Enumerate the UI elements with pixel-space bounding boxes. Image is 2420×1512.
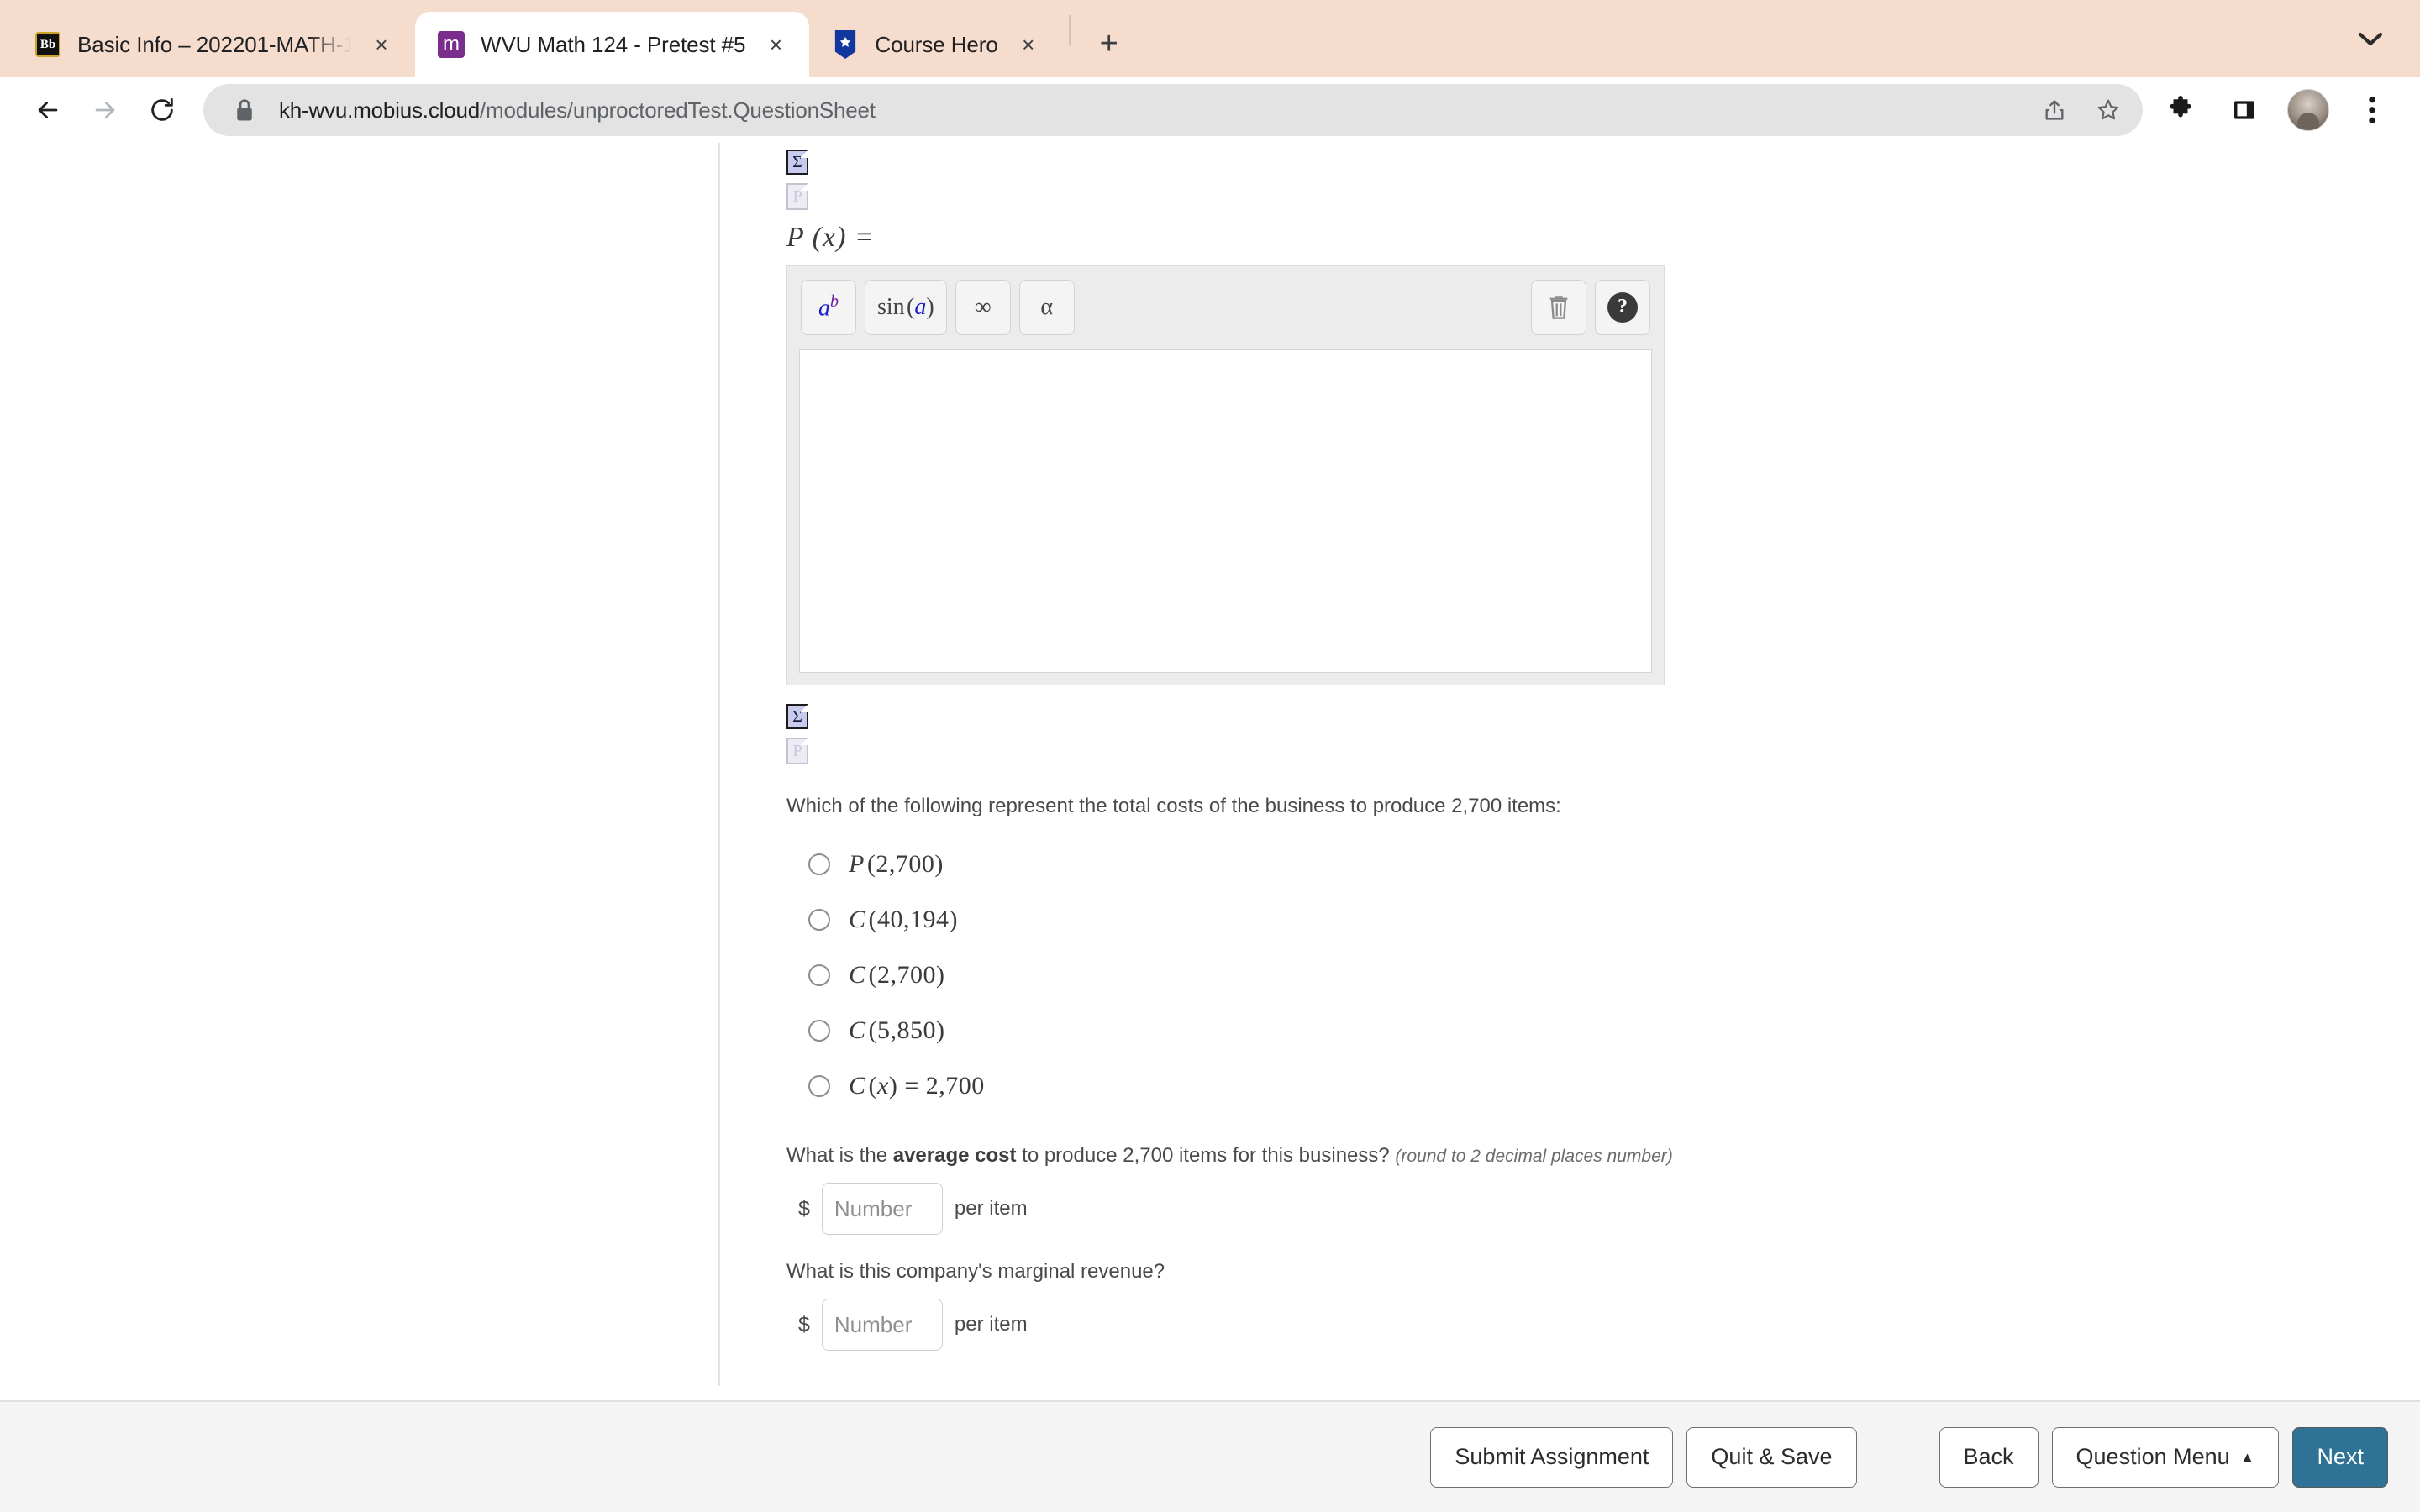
option-label: P (2,700): [849, 850, 944, 878]
marginal-revenue-answer-row: $ Number per item: [798, 1299, 2383, 1351]
forward-icon[interactable]: [79, 84, 131, 136]
math-answer-canvas[interactable]: [799, 349, 1652, 673]
tab-title: WVU Math 124 - Pretest #5: [481, 31, 746, 57]
multiple-choice-options: P (2,700) C (40,194) C (2,700) C (5,850)…: [808, 837, 2383, 1114]
infinity-button[interactable]: ∞: [955, 279, 1011, 335]
marginal-revenue-prompt: What is this company's marginal revenue?: [786, 1260, 1165, 1283]
radio-button[interactable]: [808, 1075, 830, 1097]
new-tab-button[interactable]: +: [1086, 20, 1133, 67]
tab-strip: Bb Basic Info – 202201-MATH-124 × m WVU …: [0, 0, 2420, 77]
question-content: Σ P P (x) = ab sin (a) ∞ α ? Σ P Which o…: [786, 143, 2383, 1351]
three-dot-menu-icon[interactable]: [2346, 84, 2398, 136]
tab-separator: [1068, 15, 1071, 45]
option-row[interactable]: C (x) = 2,700: [808, 1058, 2383, 1114]
browser-tab-mobius[interactable]: m WVU Math 124 - Pretest #5 ×: [415, 12, 810, 77]
answer-tool-icons-bottom: Σ P: [786, 697, 2383, 764]
address-bar[interactable]: kh-wvu.mobius.cloud/modules/unproctoredT…: [203, 84, 2143, 136]
option-label: C (2,700): [849, 961, 945, 989]
tab-title: Basic Info – 202201-MATH-124: [77, 31, 351, 57]
page-viewport: Σ P P (x) = ab sin (a) ∞ α ? Σ P Which o…: [0, 143, 2420, 1512]
average-cost-prompt: What is the average cost to produce 2,70…: [786, 1144, 1673, 1167]
profit-function-label: P (x) =: [786, 222, 875, 253]
average-cost-hint: (round to 2 decimal places number): [1395, 1147, 1673, 1166]
bookmark-star-icon[interactable]: [2089, 91, 2128, 129]
unit-label: per item: [954, 1197, 1028, 1220]
multiple-choice-prompt: Which of the following represent the tot…: [786, 795, 1561, 817]
option-row[interactable]: C (5,850): [808, 1003, 2383, 1058]
browser-tab-coursehero[interactable]: Course Hero ×: [809, 12, 1061, 77]
back-icon[interactable]: [22, 84, 74, 136]
option-row[interactable]: C (40,194): [808, 892, 2383, 948]
url-domain: kh-wvu.mobius.cloud: [279, 97, 480, 123]
question-menu-label: Question Menu: [2075, 1444, 2230, 1469]
marginal-revenue-input[interactable]: Number: [821, 1299, 943, 1351]
back-button[interactable]: Back: [1939, 1426, 2039, 1488]
url-text: kh-wvu.mobius.cloud/modules/unproctoredT…: [279, 97, 2020, 123]
tab-close-icon[interactable]: ×: [760, 29, 791, 60]
help-icon[interactable]: ?: [1595, 279, 1650, 335]
browser-tab-blackboard[interactable]: Bb Basic Info – 202201-MATH-124 ×: [12, 12, 415, 77]
maple-document-icon[interactable]: P: [786, 183, 808, 210]
extensions-puzzle-icon[interactable]: [2154, 84, 2207, 136]
browser-toolbar: kh-wvu.mobius.cloud/modules/unproctoredT…: [0, 77, 2420, 143]
answer-tool-icons-top: Σ P: [786, 143, 2383, 210]
radio-button[interactable]: [808, 853, 830, 875]
share-icon[interactable]: [2035, 91, 2074, 129]
option-label: C (40,194): [849, 906, 959, 933]
footer-right-group: Back Question Menu ▲ Next: [1939, 1426, 2388, 1488]
math-canvas-wrap: [786, 348, 1665, 685]
question-menu-button[interactable]: Question Menu ▲: [2051, 1426, 2280, 1488]
side-panel-icon[interactable]: [2218, 84, 2270, 136]
option-row[interactable]: P (2,700): [808, 837, 2383, 892]
tab-close-icon[interactable]: ×: [1013, 29, 1044, 60]
radio-button[interactable]: [808, 909, 830, 931]
coursehero-icon: [831, 30, 860, 59]
tab-title: Course Hero: [875, 31, 998, 57]
option-label: C (x) = 2,700: [849, 1072, 985, 1100]
reload-icon[interactable]: [136, 84, 188, 136]
average-cost-answer-row: $ Number per item: [798, 1183, 2383, 1235]
radio-button[interactable]: [808, 964, 830, 986]
radio-button[interactable]: [808, 1020, 830, 1042]
option-label: C (5,850): [849, 1016, 945, 1044]
tab-close-icon[interactable]: ×: [366, 29, 397, 60]
currency-symbol: $: [798, 1312, 810, 1336]
footer-left-group: Submit Assignment Quit & Save: [1430, 1426, 1857, 1488]
unit-label: per item: [954, 1313, 1028, 1336]
sigma-document-icon[interactable]: Σ: [786, 150, 808, 175]
lock-icon: [225, 91, 264, 129]
blackboard-icon: Bb: [34, 30, 62, 59]
greek-alpha-button[interactable]: α: [1018, 279, 1075, 335]
clear-trash-icon[interactable]: [1531, 279, 1586, 335]
chevron-down-icon[interactable]: [2351, 20, 2390, 59]
sine-button[interactable]: sin (a): [865, 279, 947, 335]
caret-up-icon: ▲: [2239, 1448, 2255, 1466]
average-cost-input[interactable]: Number: [821, 1183, 943, 1235]
maple-document-icon[interactable]: P: [786, 738, 808, 764]
math-editor-toolbar: ab sin (a) ∞ α ?: [786, 265, 1665, 348]
browser-window: Bb Basic Info – 202201-MATH-124 × m WVU …: [0, 0, 2420, 1512]
submit-assignment-button[interactable]: Submit Assignment: [1430, 1426, 1674, 1488]
mobius-icon: m: [437, 30, 466, 59]
url-path: /modules/unproctoredTest.QuestionSheet: [479, 97, 876, 123]
option-row[interactable]: C (2,700): [808, 948, 2383, 1003]
avatar[interactable]: [2282, 84, 2334, 136]
content-divider: [718, 143, 720, 1386]
assignment-footer: Submit Assignment Quit & Save Back Quest…: [0, 1400, 2420, 1512]
sigma-document-icon[interactable]: Σ: [786, 704, 808, 729]
quit-and-save-button[interactable]: Quit & Save: [1686, 1426, 1857, 1488]
math-editor: ab sin (a) ∞ α ?: [786, 265, 1665, 685]
exponent-button[interactable]: ab: [801, 279, 856, 335]
next-button[interactable]: Next: [2292, 1426, 2388, 1488]
currency-symbol: $: [798, 1196, 810, 1221]
